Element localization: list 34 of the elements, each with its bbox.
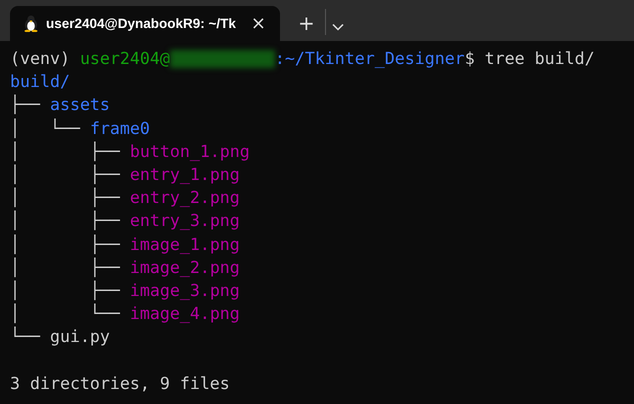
terminal-text: $ tree build/ xyxy=(464,48,595,70)
tab-title: user2404@DynabookR9: ~/Tk xyxy=(46,16,237,31)
terminal-text: (venv) xyxy=(10,48,71,70)
file-name: button_1.png xyxy=(130,140,250,163)
file-name: entry_1.png xyxy=(130,164,240,186)
tree-branch: │ ├── xyxy=(10,280,121,302)
close-tab-button[interactable]: × xyxy=(246,13,270,34)
directory-name: build/ xyxy=(10,71,70,94)
terminal-text: gui.py xyxy=(50,326,110,348)
new-tab-button[interactable]: + xyxy=(294,11,319,35)
file-name: image_2.png xyxy=(130,256,240,279)
file-name: entry_2.png xyxy=(130,187,240,210)
penguin-icon xyxy=(24,15,38,32)
tree-branch: │ ├── xyxy=(10,210,121,232)
file-name: image_4.png xyxy=(130,303,240,326)
tree-branch: │ ├── xyxy=(10,234,121,256)
username-text: user2404@ xyxy=(80,48,170,70)
file-name: image_1.png xyxy=(130,234,240,256)
directory-name: assets xyxy=(50,94,110,116)
tree-branch: └── xyxy=(10,326,42,348)
tree-branch: │ └── xyxy=(10,118,82,140)
path-text: :~/Tkinter_Designer xyxy=(274,48,465,70)
tree-branch: │ ├── xyxy=(10,186,121,210)
file-name: entry_3.png xyxy=(130,210,240,232)
tree-branch: │ ├── xyxy=(10,256,121,279)
chevron-down-icon[interactable] xyxy=(332,23,344,31)
tree-branch: │ ├── xyxy=(10,140,121,163)
tree-branch: │ └── xyxy=(10,302,121,326)
directory-name: frame0 xyxy=(90,118,150,140)
file-name: image_3.png xyxy=(130,280,240,302)
tree-branch: │ ├── xyxy=(10,164,121,186)
tree-branch: ├── xyxy=(10,94,42,116)
terminal-text: 3 directories, 9 files xyxy=(10,372,230,395)
terminal-tab[interactable]: user2404@DynabookR9: ~/Tk × xyxy=(10,6,280,41)
